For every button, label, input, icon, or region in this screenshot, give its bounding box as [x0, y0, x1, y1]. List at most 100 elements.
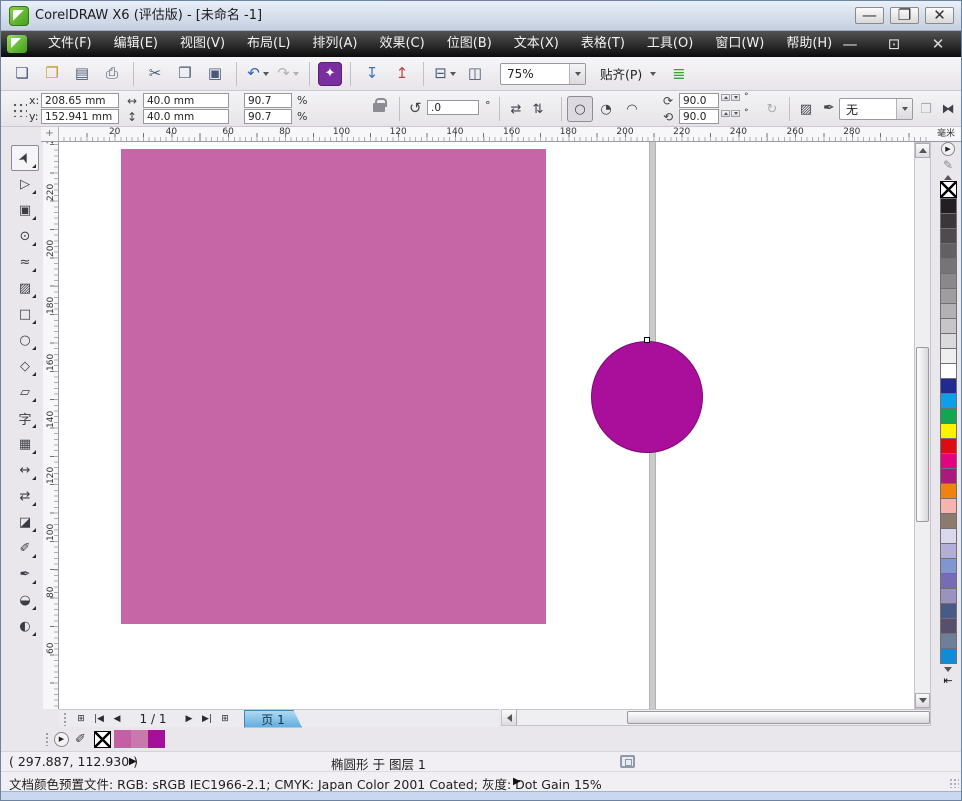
menu-item[interactable]: 编辑(E) [103, 31, 169, 57]
welcome-screen-button[interactable]: ◫ [462, 61, 488, 87]
page-tab[interactable]: 页 1 [244, 710, 302, 728]
doc-restore-button[interactable]: ⊡ [881, 31, 907, 57]
save-button[interactable]: ▤ [69, 61, 95, 87]
color-eyedropper-tool[interactable]: ✐ [11, 535, 39, 561]
start-angle-up-icon[interactable] [721, 94, 730, 101]
dropdown-caret-icon[interactable] [293, 72, 299, 76]
palette-swatch[interactable] [940, 258, 957, 274]
dropdown-caret-icon[interactable] [263, 72, 269, 76]
arc-mode-button[interactable]: ◠ [619, 96, 645, 122]
docpal-eyedropper-icon[interactable]: ✐ [75, 732, 86, 747]
outline-pen-tool[interactable]: ✒ [11, 561, 39, 587]
scale-vertical-field[interactable] [244, 109, 292, 124]
doc-minimize-button[interactable]: — [837, 31, 863, 57]
menu-item[interactable]: 视图(V) [169, 31, 236, 57]
mirror-vertical-button[interactable]: ⇅ [527, 98, 549, 120]
docpal-flyout-button[interactable]: ▶ [54, 732, 69, 747]
minimize-button[interactable]: — [855, 7, 884, 24]
next-page-button[interactable]: ▶ [180, 711, 198, 727]
outline-width-combo[interactable]: 无 [839, 98, 913, 120]
pagebar-splitter-handle[interactable] [63, 712, 68, 726]
palette-swatch[interactable] [940, 588, 957, 604]
palette-swatch[interactable] [940, 528, 957, 544]
x-position-field[interactable] [41, 93, 119, 108]
application-launcher-button[interactable]: ⊟ [432, 61, 458, 87]
fill-tool[interactable]: ◒ [11, 587, 39, 613]
palette-swatch[interactable] [940, 618, 957, 634]
end-angle-down-icon[interactable] [731, 110, 740, 117]
paste-button[interactable]: ▣ [202, 61, 228, 87]
docpal-splitter-handle[interactable] [45, 732, 50, 746]
open-button[interactable]: ❐ [39, 61, 65, 87]
dimension-tool[interactable]: ↔ [11, 457, 39, 483]
horizontal-scroll-thumb[interactable] [627, 711, 930, 724]
palette-swatch[interactable] [940, 363, 957, 379]
start-angle-down-icon[interactable] [731, 94, 740, 101]
menu-item[interactable]: 效果(C) [368, 31, 435, 57]
cut-button[interactable]: ✂ [142, 61, 168, 87]
palette-swatch[interactable] [940, 498, 957, 514]
palette-swatch[interactable] [940, 468, 957, 484]
smart-fill-tool[interactable]: ▨ [11, 275, 39, 301]
menu-item[interactable]: 文件(F) [37, 31, 103, 57]
freehand-tool[interactable]: ≈ [11, 249, 39, 275]
menu-item[interactable]: 文本(X) [503, 31, 570, 57]
last-page-button[interactable]: ▶| [198, 711, 216, 727]
palette-swatch[interactable] [940, 318, 957, 334]
object-height-field[interactable] [143, 109, 229, 124]
zoom-dropdown-icon[interactable] [569, 64, 585, 84]
end-angle-up-icon[interactable] [721, 110, 730, 117]
vertical-ruler[interactable]: 2402202001801601401201008060 [43, 142, 59, 709]
drawing-canvas[interactable] [59, 142, 914, 709]
palette-swatch[interactable] [940, 198, 957, 214]
palette-swatch[interactable] [940, 558, 957, 574]
palette-swatch[interactable] [940, 213, 957, 229]
palette-swatch[interactable] [940, 438, 957, 454]
zoom-tool[interactable]: ⊙ [11, 223, 39, 249]
drawn-rectangle[interactable] [121, 149, 546, 624]
palette-swatch[interactable] [940, 408, 957, 424]
palette-expand-icon[interactable]: ⇤ [943, 674, 952, 687]
palette-scroll-down-icon[interactable] [944, 667, 952, 672]
import-button[interactable]: ↧ [359, 61, 385, 87]
palette-swatch[interactable] [940, 273, 957, 289]
ruler-origin-corner[interactable]: + [41, 127, 59, 142]
document-palette-swatch[interactable] [148, 730, 165, 748]
menu-item[interactable]: 位图(B) [436, 31, 503, 57]
palette-swatch[interactable] [940, 573, 957, 589]
new-document-button[interactable]: ❏ [9, 61, 35, 87]
shape-tool[interactable]: ▷ [11, 171, 39, 197]
palette-swatch[interactable] [940, 483, 957, 499]
effects-tool[interactable]: ◪ [11, 509, 39, 535]
previous-page-button[interactable]: ◀ [108, 711, 126, 727]
palette-swatch[interactable] [940, 423, 957, 439]
palette-swatch[interactable] [940, 348, 957, 364]
rotation-angle-field[interactable] [427, 100, 479, 115]
document-palette-swatch[interactable] [131, 730, 148, 748]
scroll-down-icon[interactable] [915, 693, 930, 708]
basic-shapes-tool[interactable]: ▱ [11, 379, 39, 405]
menu-item[interactable]: 布局(L) [236, 31, 301, 57]
ellipse-tool[interactable]: ○ [11, 327, 39, 353]
palette-swatch[interactable] [940, 633, 957, 649]
docpal-no-color-swatch[interactable] [94, 731, 111, 748]
convert-to-curves-button[interactable]: ❒ [915, 98, 937, 120]
palette-swatch[interactable] [940, 543, 957, 559]
vertical-scroll-thumb[interactable] [916, 347, 929, 522]
mirror-horizontal-button[interactable]: ⇄ [505, 98, 527, 120]
ellipse-mode-button[interactable]: ○ [567, 96, 593, 122]
horizontal-scrollbar[interactable] [501, 709, 931, 726]
horizontal-ruler[interactable]: 20406080100120140160180200220240260280 [59, 127, 931, 142]
palette-eyedropper-icon[interactable]: ✎ [943, 158, 953, 174]
palette-swatch[interactable] [940, 303, 957, 319]
profile-flyout-icon[interactable]: ▶ [513, 776, 521, 787]
restore-button[interactable]: ❐ [890, 7, 919, 24]
palette-swatch[interactable] [940, 333, 957, 349]
outline-width-dropdown-icon[interactable] [896, 99, 912, 119]
copy-button[interactable]: ❒ [172, 61, 198, 87]
close-button[interactable]: ✕ [925, 7, 954, 24]
crop-tool[interactable]: ▣ [11, 197, 39, 223]
wrap-text-button[interactable]: ▨ [795, 98, 817, 120]
palette-swatch[interactable] [940, 648, 957, 664]
drawn-ellipse[interactable] [591, 341, 703, 453]
